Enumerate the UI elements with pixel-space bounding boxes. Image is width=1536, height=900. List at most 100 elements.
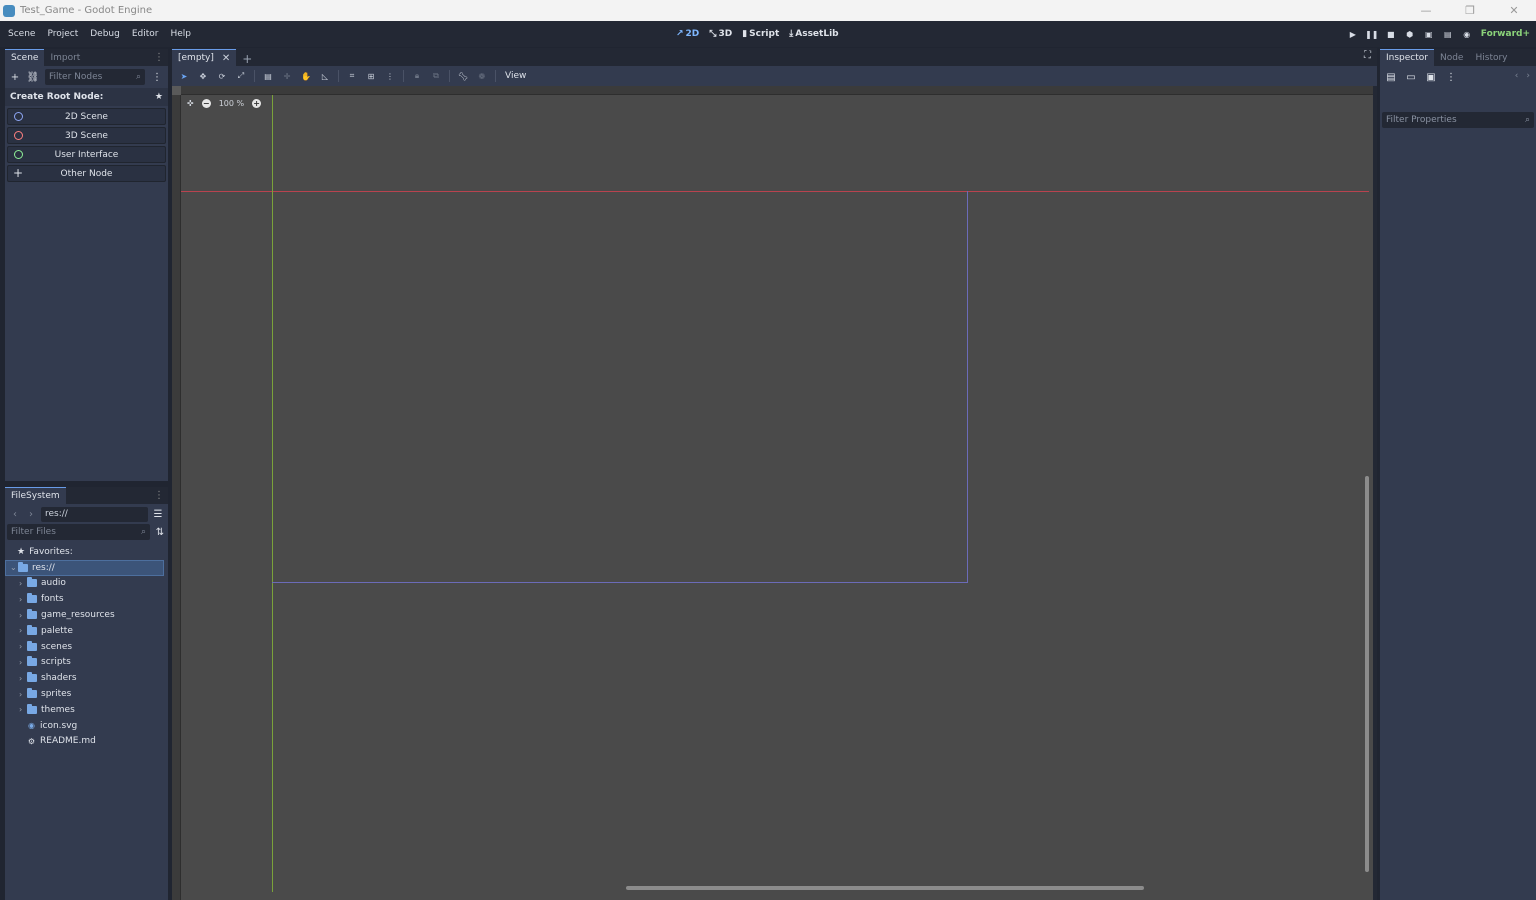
pan-mode-icon[interactable]: ✋ [300,70,312,82]
play-custom-scene-icon[interactable]: ▤ [1443,29,1453,39]
scene-options-icon[interactable]: ⋮ [151,71,163,83]
vertical-ruler[interactable] [172,95,181,900]
center-view-icon[interactable]: ✜ [187,99,194,108]
pause-icon[interactable]: ❚❚ [1365,29,1378,39]
root-3d-scene-button[interactable]: 3D Scene [7,127,166,144]
filter-properties-input[interactable]: Filter Properties ⌕ [1382,112,1534,128]
skeleton-icon[interactable]: 🦴︎ [457,70,469,82]
favorites-row[interactable]: ★ Favorites: [5,544,168,560]
view-menu-button[interactable]: View [505,71,526,81]
vertical-scrollbar[interactable] [1365,476,1369,872]
cpu-particles-icon[interactable]: ❁ [476,70,488,82]
grid-snap-icon[interactable]: ⊞ [365,70,377,82]
root-other-node-button[interactable]: + Other Node [7,165,166,182]
file-row-icon-svg[interactable]: ◉ icon.svg [5,718,168,734]
close-button[interactable]: ✕ [1492,0,1536,21]
folder-row-game-resources[interactable]: › game_resources [5,607,168,623]
play-scene-icon[interactable]: ▣ [1424,29,1434,39]
scale-mode-icon[interactable]: ⤢ [235,70,247,82]
chevron-right-icon: › [19,610,23,620]
menu-help[interactable]: Help [167,29,196,39]
instance-scene-icon[interactable]: ⛓ [27,71,40,83]
toolbar-separator [403,70,404,82]
forward-icon[interactable]: › [25,508,37,520]
workspace-script-button[interactable]: ▮ Script [742,29,779,39]
add-node-icon[interactable]: + [9,71,21,83]
folder-row-audio[interactable]: › audio [5,576,168,592]
tab-history[interactable]: History [1469,49,1513,66]
scene-tab-empty[interactable]: [empty] ✕ [172,49,237,66]
tab-node[interactable]: Node [1434,49,1470,66]
scene-tabs: [empty] ✕ + ⛶ [172,48,1377,66]
pivot-icon[interactable]: ✛ [281,70,293,82]
filter-properties-placeholder: Filter Properties [1386,115,1457,125]
file-row-readme[interactable]: ⚙ README.md [5,734,168,750]
run-toolbar: ▶ ❚❚ ■ ⬢ ▣ ▤ ◉ Forward+ [1348,21,1536,47]
filter-files-input[interactable]: Filter Files ⌕ [7,524,150,540]
folder-row-scenes[interactable]: › scenes [5,639,168,655]
tab-inspector[interactable]: Inspector [1380,49,1434,66]
menu-scene[interactable]: Scene [4,29,39,39]
list-select-icon[interactable]: ▤ [262,70,274,82]
folder-row-themes[interactable]: › themes [5,702,168,718]
snap-options-icon[interactable]: ⋮ [384,70,396,82]
open-resource-icon[interactable]: ▭ [1405,71,1417,83]
root-2d-scene-button[interactable]: 2D Scene [7,108,166,125]
zoom-out-icon[interactable]: − [201,99,211,108]
move-mode-icon[interactable]: ✥ [197,70,209,82]
ruler-corner[interactable] [172,86,181,95]
favorite-star-icon[interactable]: ★ [155,92,163,102]
zoom-in-icon[interactable]: + [252,99,262,108]
minimize-button[interactable]: — [1404,0,1448,21]
lock-icon[interactable]: 🔒︎ [411,70,423,82]
play-icon[interactable]: ▶ [1348,29,1358,39]
horizontal-ruler[interactable] [181,86,1373,95]
back-icon[interactable]: ‹ [9,508,21,520]
chevron-left-icon[interactable]: ‹ [1515,71,1519,81]
script-icon: ▮ [742,29,748,39]
menu-editor[interactable]: Editor [128,29,163,39]
main-editor: [empty] ✕ + ⛶ ➤ ✥ ⟳ ⤢ ▤ ✛ ✋ ◺ ⌗ ⊞ ⋮ 🔒︎ ⧉… [172,48,1377,900]
dock-menu-icon[interactable]: ⋮ [154,490,164,501]
folder-row-fonts[interactable]: › fonts [5,591,168,607]
chevron-right-icon[interactable]: › [1526,71,1530,81]
select-mode-icon[interactable]: ➤ [178,70,190,82]
menu-project[interactable]: Project [43,29,82,39]
distraction-free-icon[interactable]: ⛶ [1364,50,1371,61]
path-input[interactable]: res:// [41,506,148,522]
folder-row-shaders[interactable]: › shaders [5,670,168,686]
split-mode-icon[interactable]: ☰ [152,508,164,520]
workspace-assetlib-button[interactable]: ⤓ AssetLib [789,29,838,39]
smart-snap-icon[interactable]: ⌗ [346,70,358,82]
sort-icon[interactable]: ⇅ [154,526,166,538]
group-icon[interactable]: ⧉ [430,70,442,82]
rotate-mode-icon[interactable]: ⟳ [216,70,228,82]
folder-row-palette[interactable]: › palette [5,623,168,639]
remote-debug-icon[interactable]: ⬢ [1405,29,1415,39]
menu-debug[interactable]: Debug [86,29,124,39]
dock-menu-icon[interactable]: ⋮ [154,52,164,63]
add-scene-tab-icon[interactable]: + [242,52,252,66]
tab-filesystem[interactable]: FileSystem [5,487,66,504]
restore-button[interactable]: ❐ [1448,0,1492,21]
tree-root-row[interactable]: ⌄ res:// [5,559,164,576]
new-resource-icon[interactable]: ▤ [1385,71,1397,83]
workspace-3d-button[interactable]: ⤡ 3D [709,29,732,39]
inspector-options-icon[interactable]: ⋮ [1445,71,1457,83]
close-tab-icon[interactable]: ✕ [222,53,230,64]
folder-row-scripts[interactable]: › scripts [5,655,168,671]
renderer-selector[interactable]: Forward+ [1481,29,1530,39]
movie-maker-icon[interactable]: ◉ [1462,29,1472,39]
zoom-level[interactable]: 100 % [219,99,244,108]
horizontal-scrollbar[interactable] [626,886,1144,890]
stop-icon[interactable]: ■ [1386,29,1396,39]
canvas-viewport[interactable]: ✜ − 100 % + [172,86,1373,900]
ruler-mode-icon[interactable]: ◺ [319,70,331,82]
filter-nodes-input[interactable]: Filter Nodes ⌕ [45,69,145,85]
folder-row-sprites[interactable]: › sprites [5,686,168,702]
tab-import[interactable]: Import [44,49,86,66]
workspace-2d-button[interactable]: ↗ 2D [676,29,699,39]
tab-scene[interactable]: Scene [5,49,45,66]
root-user-interface-button[interactable]: User Interface [7,146,166,163]
save-resource-icon[interactable]: ▣ [1425,71,1437,83]
